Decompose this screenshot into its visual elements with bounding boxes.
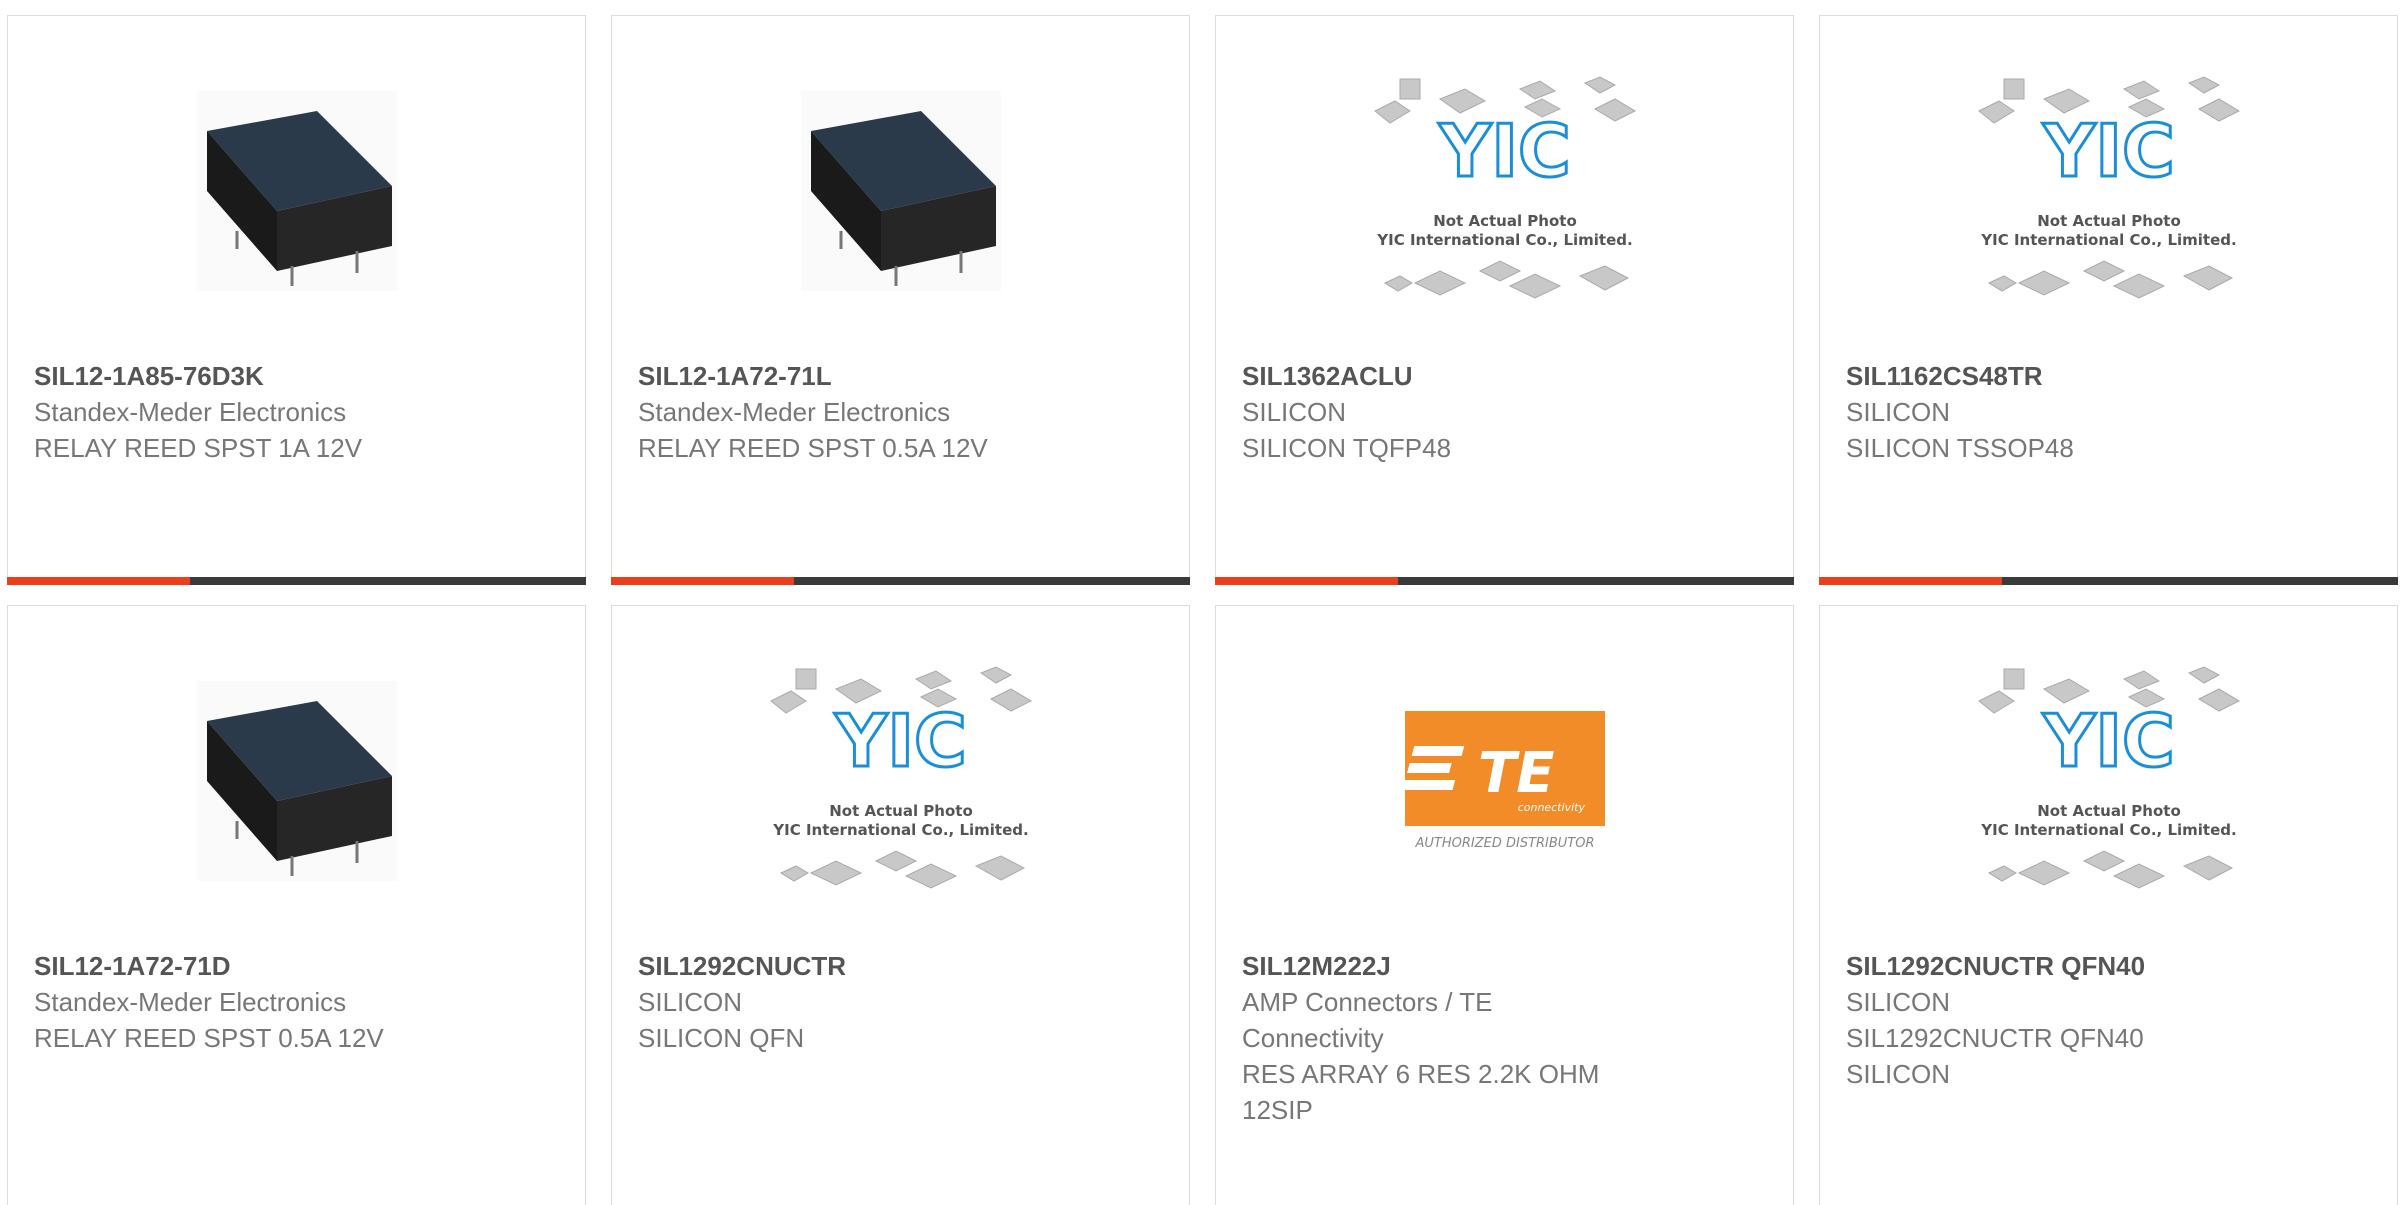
product-info: SIL1292CNUCTR QFN40 SILICON SIL1292CNUCT… — [1846, 948, 2377, 1092]
yic-placeholder-image[interactable]: YIC Not Actual Photo YIC International C… — [1370, 71, 1640, 311]
part-number-link[interactable]: SIL12-1A85-76D3K — [34, 358, 565, 394]
description: RES ARRAY 6 RES 2.2K OHM — [1242, 1059, 1600, 1089]
image-caption-line-2: YIC International Co., Limited. — [1980, 821, 2236, 839]
image-caption-line-2: YIC International Co., Limited. — [772, 821, 1028, 839]
relay-image[interactable] — [196, 681, 397, 881]
product-info: SIL12-1A85-76D3K Standex-Meder Electroni… — [34, 358, 565, 466]
product-image-wrap: YIC Not Actual Photo YIC International C… — [1216, 66, 1793, 316]
relay-image[interactable] — [196, 91, 397, 291]
description: SILICON QFN — [638, 1023, 805, 1053]
product-info: SIL12-1A72-71D Standex-Meder Electronics… — [34, 948, 565, 1056]
description: SILICON TSSOP48 — [1846, 433, 2074, 463]
yic-logo: YIC — [1438, 109, 1571, 193]
manufacturer: SILICON — [1846, 397, 1951, 427]
image-caption-line-1: Not Actual Photo — [1433, 212, 1577, 230]
authorized-distributor-caption: AUTHORIZED DISTRIBUTOR — [1414, 836, 1594, 851]
yic-placeholder-image[interactable]: YIC Not Actual Photo YIC International C… — [1974, 661, 2244, 901]
image-caption-line-2: YIC International Co., Limited. — [1376, 231, 1632, 249]
part-number-link[interactable]: SIL1292CNUCTR QFN40 — [1846, 948, 2377, 984]
part-number-link[interactable]: SIL12-1A72-71D — [34, 948, 565, 984]
part-number-link[interactable]: SIL1362ACLU — [1242, 358, 1773, 394]
product-info: SIL1292CNUCTR SILICON SILICON QFN — [638, 948, 1169, 1056]
product-card[interactable]: SIL12-1A85-76D3K Standex-Meder Electroni… — [7, 15, 586, 585]
manufacturer: Standex-Meder Electronics — [34, 397, 347, 427]
description-cont: SILICON — [1846, 1059, 1951, 1089]
part-number-link[interactable]: SIL12M222J — [1242, 948, 1773, 984]
description: SIL1292CNUCTR QFN40 — [1846, 1023, 2144, 1053]
product-card[interactable]: YIC Not Actual Photo YIC International C… — [1215, 15, 1794, 585]
manufacturer: Standex-Meder Electronics — [34, 987, 347, 1017]
product-card[interactable]: YIC Not Actual Photo YIC International C… — [611, 605, 1190, 1205]
description-cont: 12SIP — [1242, 1095, 1313, 1125]
product-image-wrap: YIC Not Actual Photo YIC International C… — [1820, 66, 2397, 316]
product-image-wrap: YIC Not Actual Photo YIC International C… — [1820, 656, 2397, 906]
part-number-link[interactable]: SIL12-1A72-71L — [638, 358, 1169, 394]
manufacturer: AMP Connectors / TE — [1242, 987, 1493, 1017]
card-bottom-bar — [611, 577, 1190, 585]
description: RELAY REED SPST 1A 12V — [34, 433, 363, 463]
product-card[interactable]: SIL12-1A72-71D Standex-Meder Electronics… — [7, 605, 586, 1205]
manufacturer: SILICON — [638, 987, 743, 1017]
relay-image[interactable] — [800, 91, 1001, 291]
description: RELAY REED SPST 0.5A 12V — [638, 433, 988, 463]
product-info: SIL12M222J AMP Connectors / TE Connectiv… — [1242, 948, 1773, 1128]
card-bottom-bar — [7, 577, 586, 585]
image-caption-line-1: Not Actual Photo — [2037, 802, 2181, 820]
yic-placeholder-image[interactable]: YIC Not Actual Photo YIC International C… — [1974, 71, 2244, 311]
svg-text:TE: TE — [1478, 741, 1554, 806]
product-info: SIL1162CS48TR SILICON SILICON TSSOP48 — [1846, 358, 2377, 466]
yic-logo: YIC — [2042, 109, 2175, 193]
te-connectivity-subtext: connectivity — [1517, 801, 1585, 814]
product-card[interactable]: YIC Not Actual Photo YIC International C… — [1819, 15, 2398, 585]
description: SILICON TQFP48 — [1242, 433, 1452, 463]
yic-logo: YIC — [2042, 699, 2175, 783]
image-caption-line-1: Not Actual Photo — [2037, 212, 2181, 230]
yic-logo: YIC — [834, 699, 967, 783]
card-bottom-bar — [1819, 577, 2398, 585]
card-bottom-bar — [1215, 577, 1794, 585]
product-image-wrap: TE connectivity AUTHORIZED DISTRIBUTOR — [1216, 656, 1793, 906]
manufacturer-cont: Connectivity — [1242, 1023, 1384, 1053]
product-card[interactable]: YIC Not Actual Photo YIC International C… — [1819, 605, 2398, 1205]
product-card[interactable]: SIL12-1A72-71L Standex-Meder Electronics… — [611, 15, 1190, 585]
manufacturer: SILICON — [1242, 397, 1347, 427]
part-number-link[interactable]: SIL1292CNUCTR — [638, 948, 1169, 984]
product-image-wrap — [8, 66, 585, 316]
yic-placeholder-image[interactable]: YIC Not Actual Photo YIC International C… — [766, 661, 1036, 901]
product-grid: SIL12-1A85-76D3K Standex-Meder Electroni… — [0, 0, 2400, 1205]
description: RELAY REED SPST 0.5A 12V — [34, 1023, 384, 1053]
product-info: SIL1362ACLU SILICON SILICON TQFP48 — [1242, 358, 1773, 466]
product-image-wrap — [8, 656, 585, 906]
product-info: SIL12-1A72-71L Standex-Meder Electronics… — [638, 358, 1169, 466]
image-caption-line-2: YIC International Co., Limited. — [1980, 231, 2236, 249]
te-connectivity-logo[interactable]: TE connectivity AUTHORIZED DISTRIBUTOR — [1400, 706, 1610, 856]
product-card[interactable]: TE connectivity AUTHORIZED DISTRIBUTOR S… — [1215, 605, 1794, 1205]
part-number-link[interactable]: SIL1162CS48TR — [1846, 358, 2377, 394]
product-image-wrap: YIC Not Actual Photo YIC International C… — [612, 656, 1189, 906]
manufacturer: Standex-Meder Electronics — [638, 397, 951, 427]
image-caption-line-1: Not Actual Photo — [829, 802, 973, 820]
product-image-wrap — [612, 66, 1189, 316]
manufacturer: SILICON — [1846, 987, 1951, 1017]
